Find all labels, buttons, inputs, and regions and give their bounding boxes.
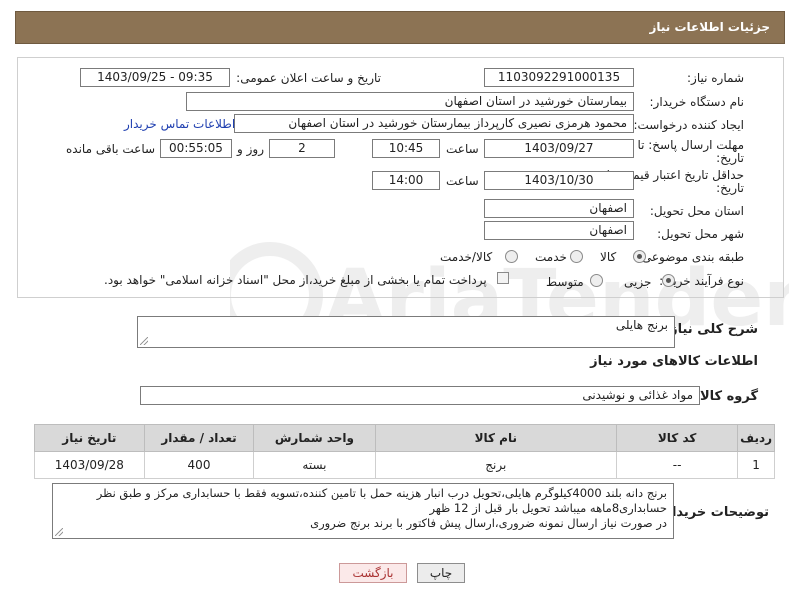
goods-table-header: ردیف کد کالا نام کالا واحد شمارش تعداد /… (34, 424, 775, 452)
days-label: روز و (237, 142, 264, 156)
cell-unit: بسته (253, 451, 376, 479)
creator-label: ایجاد کننده درخواست: (633, 118, 744, 132)
delivery-province-label: استان محل تحویل: (649, 204, 744, 218)
price-validity-label-2: تاریخ: (716, 181, 744, 195)
delivery-province-field: اصفهان (484, 199, 634, 218)
goods-section-title: اطلاعات کالاهای مورد نیاز (590, 354, 758, 369)
col-unit: واحد شمارش (253, 424, 376, 452)
reply-date-field: 1403/09/27 (484, 139, 634, 158)
cell-row-number: 1 (737, 451, 775, 479)
category-radio-goods[interactable] (633, 250, 646, 263)
category-label: طبقه بندی موضوعی: (637, 250, 744, 264)
announce-date-field: 1403/09/25 - 09:35 (80, 68, 230, 87)
reply-deadline-label: مهلت ارسال پاسخ: تا (637, 138, 744, 152)
process-radio-minor[interactable] (662, 274, 675, 287)
price-validity-date-field: 1403/10/30 (484, 171, 634, 190)
page-title: جزئیات اطلاعات نیاز (649, 20, 770, 34)
reply-deadline-label-2: تاریخ: (716, 151, 744, 165)
price-validity-time-field: 14:00 (372, 171, 440, 190)
buyer-notes-textarea[interactable]: برنج دانه بلند 4000کیلوگرم هایلی،تحویل د… (52, 483, 674, 539)
page-header: جزئیات اطلاعات نیاز (15, 11, 785, 44)
buyer-notes-line-2: حسابداری8ماهه میباشد تحویل بار قبل از 12… (429, 501, 667, 515)
summary-textarea[interactable]: برنج هایلی (137, 316, 675, 348)
print-button[interactable]: چاپ (417, 563, 465, 583)
col-quantity: تعداد / مقدار (143, 424, 255, 452)
buyer-org-field: بیمارستان خورشید در استان اصفهان (186, 92, 634, 111)
treasury-bonds-note: پرداخت تمام یا بخشی از مبلغ خرید،از محل … (104, 273, 487, 287)
days-remaining-field: 2 (269, 139, 335, 158)
delivery-city-field: اصفهان (484, 221, 634, 240)
process-option-minor: جزیی (624, 275, 652, 289)
summary-text: برنج هایلی (615, 318, 668, 332)
goods-group-field: مواد غذائی و نوشیدنی (140, 386, 700, 405)
reply-time-label: ساعت (446, 142, 479, 156)
need-number-label: شماره نیاز: (687, 71, 744, 85)
need-number-field: 1103092291000135 (484, 68, 634, 87)
resize-grip-icon[interactable] (55, 528, 63, 536)
col-goods-name: نام کالا (374, 424, 618, 452)
col-need-date: تاریخ نیاز (34, 424, 145, 452)
price-validity-time-label: ساعت (446, 174, 479, 188)
announce-date-label: تاریخ و ساعت اعلان عمومی: (236, 71, 381, 85)
goods-table: ردیف کد کالا نام کالا واحد شمارش تعداد /… (34, 424, 775, 479)
delivery-city-label: شهر محل تحویل: (657, 227, 744, 241)
reply-time-field: 10:45 (372, 139, 440, 158)
time-remaining-label: ساعت باقی مانده (66, 142, 156, 156)
buyer-notes-label: توضیحات خریدار: (659, 505, 769, 520)
buyer-notes-line-3: در صورت نیاز ارسال نمونه ضروری،ارسال پیش… (310, 516, 667, 530)
cell-quantity: 400 (143, 451, 255, 479)
resize-grip-icon[interactable] (140, 337, 148, 345)
treasury-bonds-checkbox[interactable] (497, 272, 509, 284)
col-goods-code: کد کالا (615, 424, 739, 452)
table-row: 1 -- برنج بسته 400 1403/09/28 (34, 451, 775, 479)
buyer-contact-link[interactable]: اطلاعات تماس خریدار (124, 117, 235, 131)
back-button[interactable]: بازگشت (339, 563, 407, 583)
process-option-medium: متوسط (546, 275, 584, 289)
cell-goods-name: برنج (374, 451, 618, 479)
summary-label: شرح کلی نیاز: (664, 322, 758, 337)
category-option-service: خدمت (535, 250, 567, 264)
creator-field: محمود هرمزی نصیری کارپرداز بیمارستان خور… (234, 114, 634, 133)
time-remaining-field: 00:55:05 (160, 139, 232, 158)
category-radio-goods-service[interactable] (505, 250, 518, 263)
col-row-number: ردیف (737, 424, 775, 452)
category-radio-service[interactable] (570, 250, 583, 263)
process-radio-medium[interactable] (590, 274, 603, 287)
buyer-notes-line-1: برنج دانه بلند 4000کیلوگرم هایلی،تحویل د… (96, 486, 667, 500)
goods-group-label: گروه کالا: (694, 389, 758, 404)
buyer-org-label: نام دستگاه خریدار: (649, 95, 745, 109)
category-option-goods: کالا (600, 250, 617, 264)
cell-need-date: 1403/09/28 (34, 451, 145, 479)
category-option-goods-service: کالا/خدمت (440, 250, 493, 264)
cell-goods-code: -- (615, 451, 739, 479)
